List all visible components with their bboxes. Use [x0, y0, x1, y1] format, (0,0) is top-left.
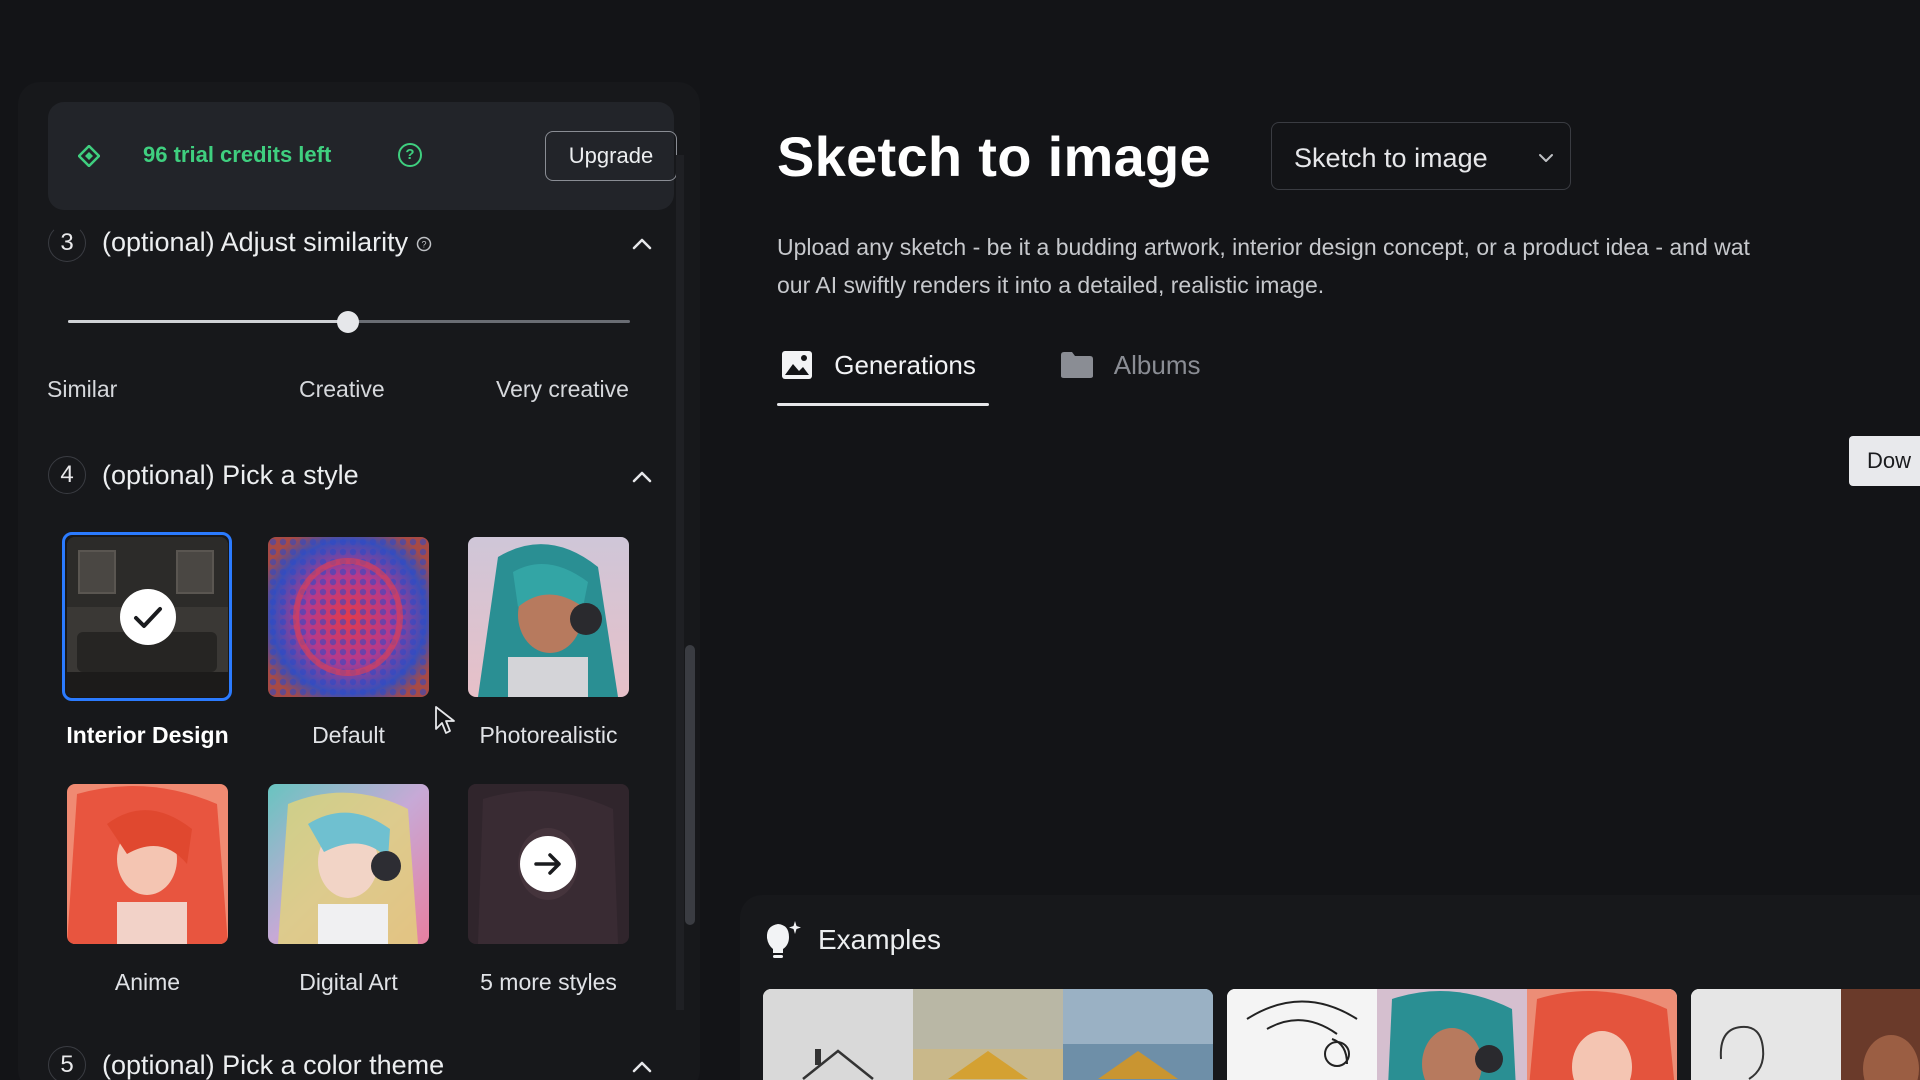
chevron-up-icon[interactable]: [631, 237, 653, 251]
style-label-anime: Anime: [114, 969, 181, 995]
chevron-up-icon[interactable]: [631, 1060, 653, 1074]
credits-count: 96 trial credits left: [143, 142, 332, 167]
style-tile-photorealistic[interactable]: [468, 537, 629, 697]
description-line-2: our AI swiftly renders it into a detaile…: [777, 272, 1325, 298]
image-icon: [782, 351, 812, 379]
style-tile-digital-art[interactable]: [268, 784, 429, 944]
description-line-1: Upload any sketch - be it a budding artw…: [777, 234, 1750, 260]
app-root: 96 trial credits left ? Upgrade 3 (optio…: [0, 0, 1920, 1080]
style-tile-anime[interactable]: [67, 784, 228, 944]
help-icon[interactable]: ?: [398, 143, 422, 167]
style-section-title[interactable]: (optional) Pick a style: [102, 460, 359, 491]
upgrade-button[interactable]: Upgrade: [545, 131, 677, 181]
scrollbar-thumb[interactable]: [685, 645, 695, 925]
help-icon[interactable]: ?: [416, 236, 432, 252]
slider-label-creative: Creative: [299, 376, 385, 402]
step-number: 3: [48, 224, 86, 262]
similarity-slider-fill: [68, 320, 348, 323]
tool-dropdown[interactable]: Sketch to image: [1271, 122, 1571, 190]
tab-albums[interactable]: Albums: [1060, 350, 1201, 390]
chevron-down-icon: [1539, 154, 1553, 162]
example-card-house[interactable]: [763, 989, 1213, 1080]
example-card-portrait[interactable]: [1227, 989, 1677, 1080]
page-description: Upload any sketch - be it a budding artw…: [777, 228, 1920, 304]
slider-label-very-creative: Very creative: [496, 376, 629, 402]
arrow-right-icon[interactable]: [518, 834, 578, 894]
checkmark-icon: [120, 589, 176, 645]
chevron-up-icon[interactable]: [631, 470, 653, 484]
example-card-sketch[interactable]: [1691, 989, 1920, 1080]
page-title: Sketch to image: [777, 125, 1211, 188]
color-theme-section-title[interactable]: (optional) Pick a color theme: [102, 1050, 444, 1080]
step-number: 4: [48, 456, 86, 494]
style-tile-default[interactable]: [268, 537, 429, 697]
similarity-title[interactable]: (optional) Adjust similarity ?: [102, 227, 432, 258]
download-button[interactable]: Dow: [1849, 436, 1920, 486]
lightbulb-icon: [766, 921, 801, 958]
examples-title: Examples: [818, 924, 941, 955]
scrollbar-track[interactable]: [676, 155, 684, 1010]
credits-bar: 96 trial credits left ? Upgrade: [48, 102, 677, 210]
slider-label-similar: Similar: [47, 376, 118, 402]
mouse-cursor-icon: [435, 706, 455, 734]
tab-generations[interactable]: Generations: [781, 350, 976, 390]
style-label-more-styles: 5 more styles: [480, 969, 617, 995]
tab-albums-label: Albums: [1113, 350, 1201, 380]
tab-generations-label: Generations: [834, 350, 976, 380]
step-number: 5: [48, 1046, 86, 1080]
folder-icon: [1061, 352, 1093, 378]
similarity-slider-handle[interactable]: [337, 311, 359, 333]
style-label-photorealistic: Photorealistic: [479, 722, 618, 748]
active-tab-indicator: [777, 403, 989, 406]
diamond-icon: [78, 145, 100, 167]
style-label-digital-art: Digital Art: [299, 969, 398, 995]
tool-dropdown-value: Sketch to image: [1294, 143, 1488, 173]
similarity-title-text: (optional) Adjust similarity: [102, 227, 409, 257]
style-label-default: Default: [312, 722, 385, 748]
style-label-interior-design: Interior Design: [66, 722, 229, 748]
svg-text:?: ?: [421, 239, 426, 249]
